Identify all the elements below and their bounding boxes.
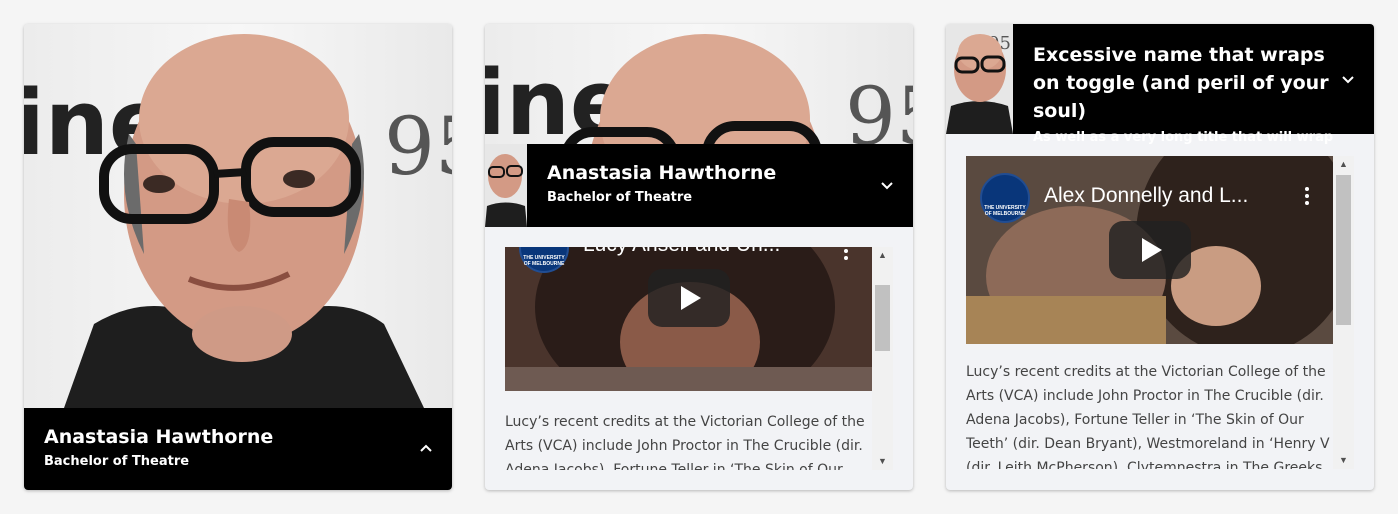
profile-name: Anastasia Hawthorne	[44, 426, 274, 448]
video-player[interactable]: THE UNIVERSITY OF MELBOURNE Lucy Ansell …	[505, 247, 872, 391]
profile-thumbnail	[485, 144, 527, 227]
scroll-down-arrow-icon[interactable]: ▼	[872, 453, 893, 470]
name-bar: Anastasia Hawthorne Bachelor of Theatre	[527, 144, 913, 227]
name-bar: Anastasia Hawthorne Bachelor of Theatre	[24, 408, 452, 490]
bio-text: Lucy’s recent credits at the Victorian C…	[966, 364, 1330, 469]
scroll-panel[interactable]: THE UNIVERSITY OF MELBOURNE Alex Donnell…	[966, 156, 1354, 469]
scroll-up-arrow-icon[interactable]: ▲	[1333, 156, 1354, 173]
play-button[interactable]	[648, 269, 730, 327]
more-options-icon[interactable]	[1305, 184, 1311, 208]
chevron-down-icon[interactable]	[875, 173, 899, 197]
video-title[interactable]: Lucy Ansell and Un...	[583, 247, 780, 257]
profile-photo: ine 95	[24, 24, 452, 408]
chevron-down-icon[interactable]	[1336, 67, 1360, 91]
profile-photo: ine 95	[485, 24, 913, 144]
play-button[interactable]	[1109, 221, 1191, 279]
svg-text:95: 95	[384, 100, 452, 193]
bio-text: Lucy’s recent credits at the Victorian C…	[505, 414, 865, 470]
scrollbar[interactable]: ▲ ▼	[1333, 156, 1354, 469]
name-bar: Excessive name that wraps on toggle (and…	[1013, 24, 1374, 145]
svg-text:95: 95	[845, 70, 913, 144]
profile-name: Anastasia Hawthorne	[547, 162, 777, 184]
profile-title: As well as a very long title that will w…	[1033, 130, 1334, 145]
profile-name: Excessive name that wraps on toggle (and…	[1033, 44, 1329, 122]
video-player[interactable]: THE UNIVERSITY OF MELBOURNE Alex Donnell…	[966, 156, 1333, 344]
scrollbar-thumb[interactable]	[1336, 175, 1351, 325]
more-options-icon[interactable]	[844, 247, 850, 263]
profile-title: Bachelor of Theatre	[547, 190, 693, 205]
scroll-down-arrow-icon[interactable]: ▼	[1333, 452, 1354, 469]
profile-card: ine 95 Anastasia Hawthorne Bachelor of T…	[24, 24, 452, 490]
profile-card: 95 Excessive name that wraps on toggle (…	[946, 24, 1374, 490]
scrollbar-thumb[interactable]	[875, 285, 890, 351]
profile-thumbnail: 95	[946, 24, 1013, 134]
scroll-up-arrow-icon[interactable]: ▲	[872, 247, 893, 264]
video-title[interactable]: Alex Donnelly and L...	[1044, 184, 1248, 208]
university-logo: THE UNIVERSITY OF MELBOURNE	[980, 173, 1030, 223]
chevron-up-icon[interactable]	[414, 437, 438, 461]
scrollbar[interactable]: ▲ ▼	[872, 247, 893, 470]
profile-title: Bachelor of Theatre	[44, 454, 190, 469]
scroll-panel[interactable]: THE UNIVERSITY OF MELBOURNE Lucy Ansell …	[505, 247, 893, 470]
profile-card: ine 95 Anastasia Hawthorne Bachelor of T…	[485, 24, 913, 490]
